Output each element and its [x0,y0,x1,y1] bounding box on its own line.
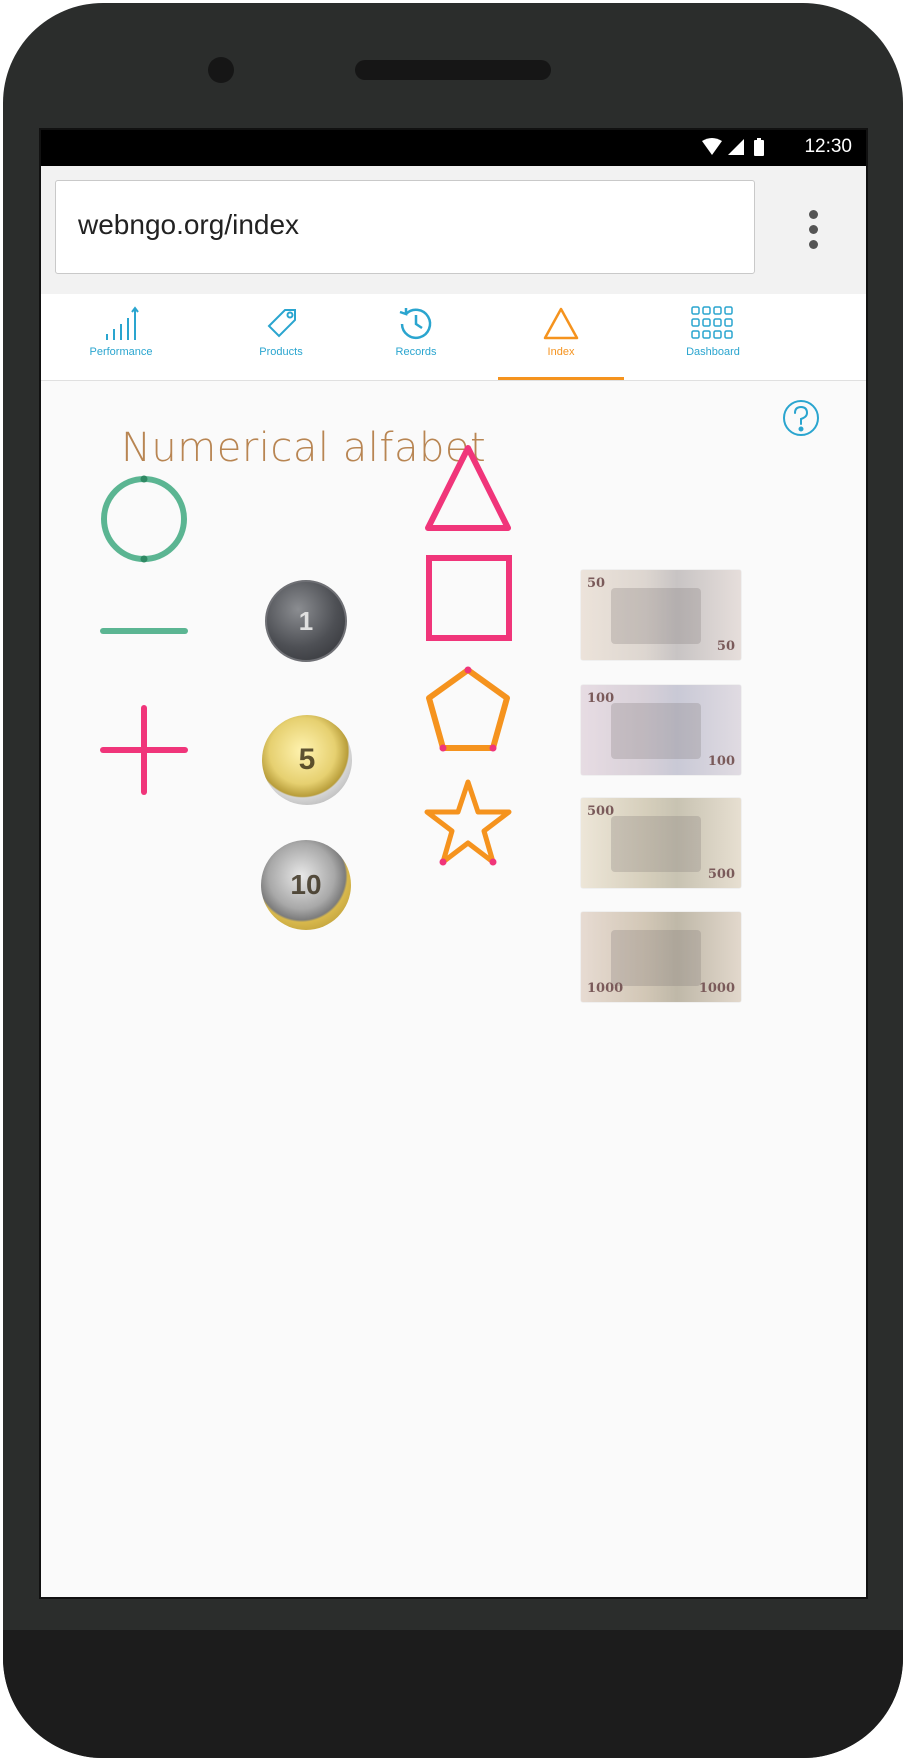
tab-bar: Performance Products Records Index Dashb… [41,294,866,381]
battery-icon [754,140,764,156]
wifi-icon [702,138,722,155]
coin-value: 10 [290,869,322,900]
help-icon[interactable] [781,398,821,438]
tab-label-dashboard: Dashboard [686,346,740,358]
square-icon [426,555,512,641]
grid-icon [691,306,733,339]
active-tab-indicator [498,377,624,380]
tab-label-performance: Performance [89,346,153,358]
note-value: 100 [587,691,615,706]
phone-frame: 12:30 webngo.org/index Performance Produ… [0,0,908,1763]
phone-chin [3,1630,903,1758]
status-bar: 12:30 [41,130,866,166]
history-icon [399,308,432,340]
note-value: 1000 [698,981,735,996]
note-artwork [611,930,701,986]
coin-value: 5 [298,743,316,776]
minus-icon [100,628,188,634]
note-value: 50 [716,639,735,654]
screen: 12:30 webngo.org/index Performance Produ… [39,128,868,1599]
note-artwork [611,816,701,872]
note-artwork [611,703,701,759]
tab-performance[interactable]: Performance [41,294,201,380]
tag-icon [267,309,296,338]
signal-bars-icon [106,306,139,340]
more-vert-icon[interactable] [803,210,823,254]
note-value: 500 [587,804,615,819]
browser-toolbar: webngo.org/index [41,166,866,294]
coin-1: 1 [265,580,347,662]
status-time: 12:30 [804,136,852,157]
coin-5: 5 [262,715,352,805]
banknote-500: 500 500 [581,798,741,888]
banknote-1000: 1000 1000 [581,912,741,1002]
coin-value: 1 [298,605,314,636]
url-bar[interactable]: webngo.org/index [55,180,755,274]
star-icon [424,779,512,866]
tab-label-records: Records [395,346,437,358]
banknote-50: 50 50 [581,570,741,660]
coin-10: 10 [261,840,351,930]
note-artwork [611,588,701,644]
speaker-grille [355,60,551,80]
banknote-100: 100 100 [581,685,741,775]
triangle-icon [543,307,579,340]
triangle-icon [425,445,511,531]
cellular-icon [728,139,744,155]
status-icons [702,138,764,156]
plus-icon [100,705,188,795]
note-value: 1000 [587,981,624,996]
tab-records[interactable]: Records [336,294,496,380]
pentagon-icon [426,666,510,752]
tab-label-index: Index [547,346,575,358]
url-text[interactable]: webngo.org/index [78,209,299,241]
note-value: 50 [587,576,606,591]
note-value: 500 [707,867,735,882]
tab-index[interactable]: Index [481,294,641,380]
note-value: 100 [707,754,735,769]
circle-icon [101,475,187,563]
tab-dashboard[interactable]: Dashboard [633,294,793,380]
camera-icon [208,57,234,83]
